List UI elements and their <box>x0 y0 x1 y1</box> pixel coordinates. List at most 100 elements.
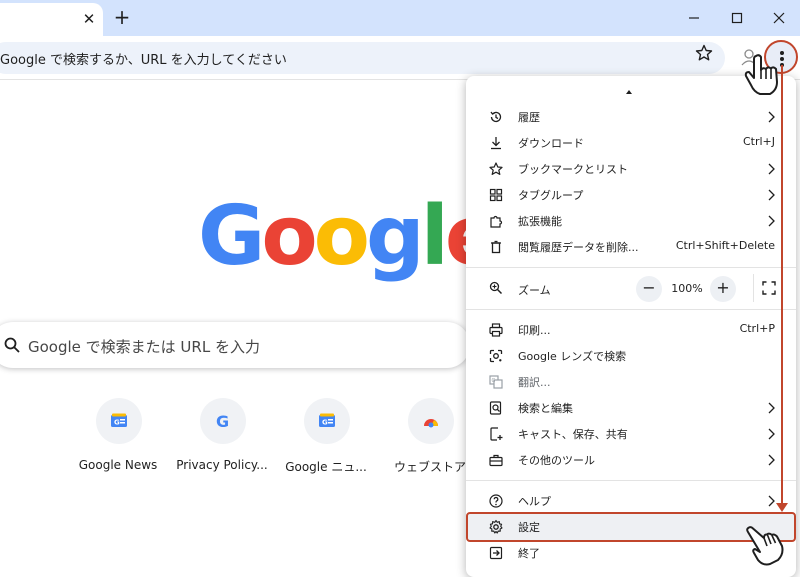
tab-strip: ✕ + <box>0 0 800 36</box>
menu-item-label: ヘルプ <box>518 495 551 508</box>
shortcut-tile[interactable]: G Google News <box>68 398 168 478</box>
menu-item-label: ダウンロード <box>518 137 584 150</box>
shortcut-tile[interactable]: ウェブストア <box>380 398 480 478</box>
shortcut-label: ウェブストア <box>393 460 466 474</box>
google-logo: Google <box>198 196 500 278</box>
shortcut-label: Privacy Policy... <box>176 458 268 472</box>
minimize-icon[interactable] <box>684 8 704 28</box>
chevron-right-icon <box>768 215 775 227</box>
chevron-right-icon <box>768 454 775 466</box>
menu-item-label: キャスト、保存、共有 <box>518 428 628 441</box>
menu-item-shortcut: Ctrl+Shift+Delete <box>675 239 775 252</box>
menu-item-shortcut: Ctrl+J <box>742 135 775 148</box>
guide-arrow-line <box>781 65 783 505</box>
menu-zoom-row: ズーム − 100% + <box>466 274 796 302</box>
lens-icon <box>489 349 503 363</box>
menu-item-label: その他のツール <box>518 454 595 467</box>
search-input[interactable]: Google で検索または URL を入力 <box>28 336 260 357</box>
chevron-right-icon <box>768 402 775 414</box>
pointing-hand-icon <box>746 526 784 566</box>
toolbar: Google で検索するか、URL を入力してください <box>0 36 800 80</box>
menu-item-label: ブックマークとリスト <box>518 163 628 176</box>
shortcut-icon-circle: G <box>96 398 142 444</box>
maximize-icon[interactable] <box>727 8 747 28</box>
menu-item-bookmarks[interactable]: ブックマークとリスト <box>466 156 796 182</box>
active-tab[interactable]: ✕ <box>0 3 103 36</box>
menu-item-clear-data[interactable]: 閲覧履歴データを削除... Ctrl+Shift+Delete <box>466 234 796 260</box>
shortcut-label: Google News <box>78 458 158 472</box>
guide-arrow-head-icon <box>776 503 788 512</box>
menu-item-google-lens[interactable]: Google レンズで検索 <box>466 343 796 369</box>
menu-caret-icon <box>626 90 632 94</box>
zoom-in-button[interactable]: + <box>710 276 736 302</box>
omnibox-text: Google で検索するか、URL を入力してください <box>0 53 287 68</box>
menu-item-label: 翻訳... <box>518 376 551 389</box>
menu-item-label: 閲覧履歴データを削除... <box>518 241 639 254</box>
shortcut-tile[interactable]: G Privacy Policy... <box>172 398 272 478</box>
shortcut-icon-circle <box>408 398 454 444</box>
tab-close-icon[interactable]: ✕ <box>80 10 98 28</box>
svg-text:G: G <box>114 419 120 427</box>
zoom-out-button[interactable]: − <box>636 276 662 302</box>
search-box[interactable]: Google で検索または URL を入力 <box>0 322 470 368</box>
menu-item-label: 検索と編集 <box>518 402 573 415</box>
google-news-icon: G <box>319 413 335 427</box>
svg-text:G: G <box>322 419 328 427</box>
history-icon <box>490 111 502 123</box>
menu-item-more-tools[interactable]: その他のツール <box>466 447 796 473</box>
bookmark-star-icon[interactable] <box>694 43 714 63</box>
extension-icon <box>490 215 503 228</box>
translate-icon: G <box>489 375 503 389</box>
menu-item-label: 終了 <box>518 547 540 560</box>
shortcut-icon-circle: G <box>200 398 246 444</box>
google-news-icon: G <box>111 413 127 427</box>
chevron-right-icon <box>768 428 775 440</box>
new-tab-button[interactable]: + <box>112 6 132 28</box>
chevron-right-icon <box>768 111 775 123</box>
chevron-right-icon <box>768 163 775 175</box>
search-icon <box>4 337 20 353</box>
menu-item-tab-groups[interactable]: タブグループ <box>466 182 796 208</box>
download-icon <box>491 137 501 150</box>
zoom-level: 100% <box>671 282 703 295</box>
logo-letter: l <box>420 189 449 284</box>
omnibox[interactable]: Google で検索するか、URL を入力してください <box>0 42 725 74</box>
menu-item-help[interactable]: ヘルプ <box>466 488 796 514</box>
shortcut-tile[interactable]: G Google ニュ... <box>276 398 376 478</box>
logo-letter: o <box>261 189 317 284</box>
menu-separator <box>466 480 796 481</box>
fullscreen-icon[interactable] <box>762 281 776 295</box>
chrome-web-store-icon <box>424 419 438 428</box>
menu-item-translate[interactable]: G 翻訳... <box>466 369 796 395</box>
menu-item-downloads[interactable]: ダウンロード Ctrl+J <box>466 130 796 156</box>
menu-item-extensions[interactable]: 拡張機能 <box>466 208 796 234</box>
menu-item-label: 設定 <box>518 521 540 534</box>
settings-gear-icon <box>489 519 503 534</box>
menu-item-label: タブグループ <box>518 189 584 202</box>
chevron-right-icon <box>768 189 775 201</box>
menu-item-label: 拡張機能 <box>518 215 562 228</box>
menu-item-history[interactable]: 履歴 <box>466 104 796 130</box>
zoom-divider <box>753 274 754 302</box>
menu-item-cast-save-share[interactable]: キャスト、保存、共有 <box>466 421 796 447</box>
close-icon[interactable] <box>769 8 789 28</box>
menu-item-label: Google レンズで検索 <box>518 350 627 363</box>
svg-text:G: G <box>492 378 496 384</box>
chevron-right-icon <box>768 495 775 507</box>
shortcut-label: Google ニュ... <box>285 460 367 474</box>
svg-text:G: G <box>216 412 229 431</box>
find-icon <box>489 401 502 415</box>
exit-icon <box>489 546 503 560</box>
print-icon <box>489 323 503 337</box>
cast-icon <box>490 427 503 441</box>
shortcut-icon-circle: G <box>304 398 350 444</box>
menu-item-label: 履歴 <box>518 111 540 124</box>
menu-item-find-edit[interactable]: 検索と編集 <box>466 395 796 421</box>
menu-separator <box>466 309 796 310</box>
trash-icon <box>491 240 501 254</box>
star-icon <box>489 162 503 175</box>
chrome-menu: 履歴 ダウンロード Ctrl+J ブックマークとリスト タブグループ 拡張機能 … <box>466 76 796 577</box>
tab-groups-icon <box>489 188 503 202</box>
zoom-label: ズーム <box>518 284 551 297</box>
menu-item-print[interactable]: 印刷... Ctrl+P <box>466 317 796 343</box>
